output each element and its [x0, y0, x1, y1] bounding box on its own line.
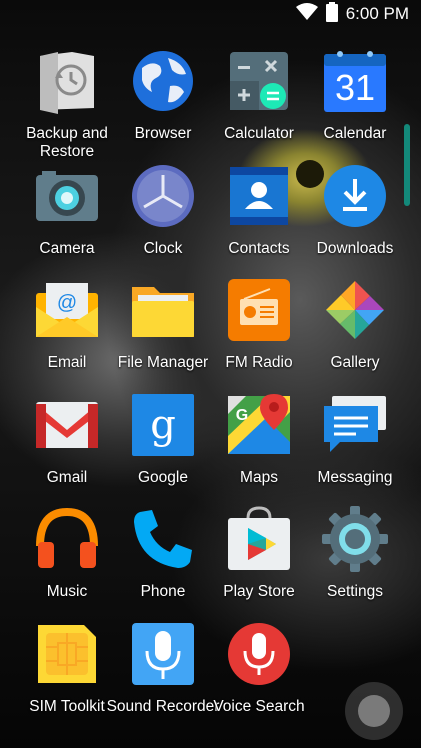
folder-icon: [130, 277, 196, 343]
app-label: File Manager: [117, 354, 209, 371]
app-downloads[interactable]: Downloads: [307, 163, 403, 278]
radio-icon: [226, 277, 292, 343]
app-label: Sound Recorder: [106, 697, 220, 715]
app-sound-recorder[interactable]: Sound Recorder: [107, 621, 219, 736]
app-label: Camera: [39, 239, 95, 257]
battery-icon: [325, 1, 338, 27]
app-label: Gmail: [46, 468, 88, 486]
app-calculator[interactable]: Calculator: [211, 48, 307, 163]
app-file-manager[interactable]: File Manager: [115, 277, 211, 392]
email-icon: @: [34, 277, 100, 343]
backup-restore-icon: [34, 48, 100, 114]
app-play-store[interactable]: Play Store: [211, 506, 307, 621]
app-grid: Backup and Restore Browser Calculator 31…: [19, 48, 403, 735]
app-backup-and-restore[interactable]: Backup and Restore: [19, 48, 115, 163]
app-label: Messaging: [317, 468, 393, 486]
app-label: Voice Search: [213, 697, 305, 715]
download-icon: [322, 163, 388, 229]
app-browser[interactable]: Browser: [115, 48, 211, 163]
calendar-day: 31: [335, 67, 375, 108]
gmail-icon: [34, 392, 100, 458]
calendar-icon: 31: [322, 48, 388, 114]
camera-icon: [34, 163, 100, 229]
gallery-pinwheel-icon: [322, 277, 388, 343]
app-gmail[interactable]: Gmail: [19, 392, 115, 507]
scrollbar[interactable]: [404, 124, 410, 206]
app-settings[interactable]: Settings: [307, 506, 403, 621]
app-fm-radio[interactable]: FM Radio: [211, 277, 307, 392]
floating-home-button[interactable]: [345, 682, 403, 740]
headphones-icon: [34, 506, 100, 572]
app-label: Downloads: [316, 239, 394, 257]
app-sim-toolkit[interactable]: SIM Toolkit: [19, 621, 115, 736]
app-label: SIM Toolkit: [29, 697, 105, 715]
app-label: Settings: [326, 583, 383, 600]
app-label: Email: [47, 354, 87, 371]
app-music[interactable]: Music: [19, 506, 115, 621]
contacts-icon: [226, 163, 292, 229]
voice-search-icon: [226, 621, 292, 687]
phone-icon: [130, 506, 196, 572]
app-calendar[interactable]: 31 Calendar: [307, 48, 403, 163]
app-label: Backup and Restore: [26, 125, 108, 160]
app-label: Browser: [134, 125, 192, 142]
calculator-icon: [226, 48, 292, 114]
status-bar: 6:00 PM: [0, 0, 421, 28]
app-label: Contacts: [228, 239, 290, 257]
app-label: Google: [138, 468, 188, 486]
settings-gear-icon: [322, 506, 388, 572]
play-store-icon: [226, 506, 292, 572]
app-email[interactable]: @ Email: [19, 277, 115, 392]
messaging-icon: [322, 392, 388, 458]
svg-text:G: G: [236, 407, 248, 424]
app-label: FM Radio: [225, 354, 293, 371]
app-voice-search[interactable]: Voice Search: [211, 621, 307, 736]
app-contacts[interactable]: Contacts: [211, 163, 307, 278]
svg-text:g: g: [150, 402, 176, 448]
app-label: Maps: [240, 468, 278, 486]
status-time: 6:00 PM: [345, 4, 409, 23]
app-messaging[interactable]: Messaging: [307, 392, 403, 507]
app-google[interactable]: g Google: [115, 392, 211, 507]
svg-text:@: @: [57, 292, 77, 314]
app-clock[interactable]: Clock: [115, 163, 211, 278]
maps-icon: G: [226, 392, 292, 458]
sim-card-icon: [34, 621, 100, 687]
wifi-icon: [295, 2, 318, 26]
app-phone[interactable]: Phone: [115, 506, 211, 621]
app-label: Calendar: [323, 125, 387, 142]
app-label: Play Store: [223, 583, 295, 600]
app-label: Gallery: [330, 354, 380, 371]
app-camera[interactable]: Camera: [19, 163, 115, 278]
home-button-dot: [358, 695, 390, 727]
app-label: Music: [46, 583, 88, 600]
app-label: Clock: [143, 239, 183, 257]
app-label: Calculator: [224, 125, 294, 142]
app-label: Phone: [140, 583, 186, 600]
microphone-icon: [130, 621, 196, 687]
app-maps[interactable]: G Maps: [211, 392, 307, 507]
clock-icon: [130, 163, 196, 229]
browser-globe-icon: [130, 48, 196, 114]
app-gallery[interactable]: Gallery: [307, 277, 403, 392]
google-g-icon: g: [130, 392, 196, 458]
